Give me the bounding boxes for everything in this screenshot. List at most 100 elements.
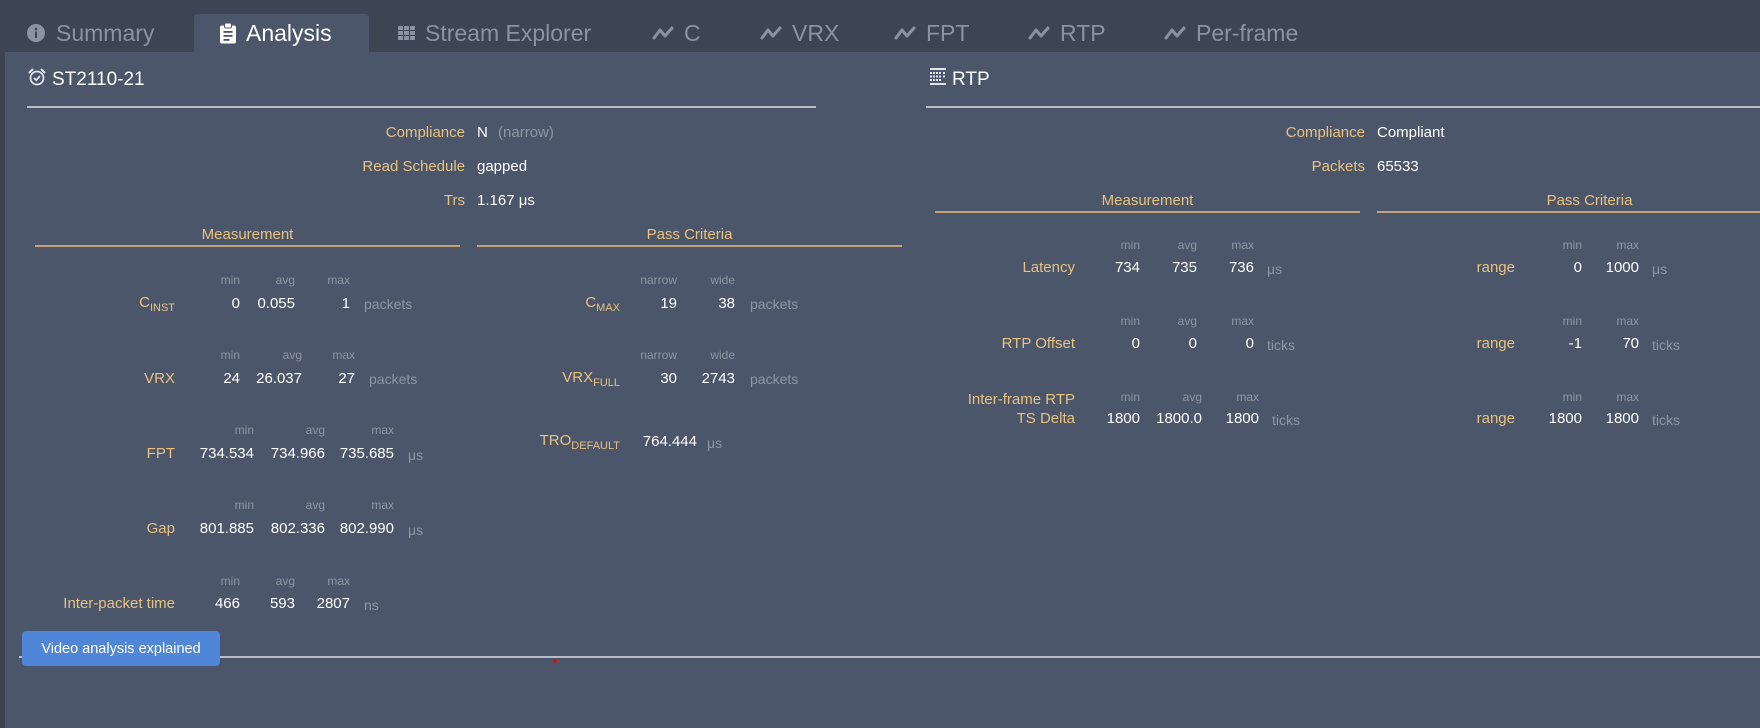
value-max: 1000 — [1605, 259, 1639, 276]
criteria-label: range — [1476, 335, 1515, 352]
compliance-note: (narrow) — [498, 124, 554, 141]
tab-stream-explorer[interactable]: Stream Explorer — [386, 14, 603, 52]
col-header-max: max — [1236, 390, 1259, 404]
read-schedule-value: gapped — [477, 158, 528, 175]
col-header-max: max — [327, 273, 350, 287]
alarm-clock-icon — [28, 68, 52, 92]
grid-icon — [398, 26, 415, 40]
value-avg: 0 — [1188, 335, 1197, 352]
col-header-min: min — [1120, 390, 1140, 404]
measurement-header: Measurement — [201, 226, 294, 243]
criteria-label: TRODEFAULT — [485, 432, 620, 452]
label-main: TRO — [539, 432, 572, 449]
value-avg: 0.055 — [257, 295, 295, 312]
value: 764.444 — [642, 433, 697, 450]
value-max: 736 — [1228, 259, 1254, 276]
pass-criteria-header: Pass Criteria — [646, 226, 733, 243]
measurement-label: Latency — [1022, 259, 1075, 276]
value-max: 0 — [1245, 335, 1254, 352]
value-unit: ticks — [1267, 337, 1295, 353]
col-header-avg: avg — [1182, 390, 1202, 404]
value-unit: ticks — [1652, 412, 1680, 428]
rtp-measurement-header: Measurement — [1101, 192, 1194, 209]
label-main: C — [585, 294, 597, 311]
measurement-label: Inter-frame RTP — [967, 391, 1075, 408]
col-header-max: max — [327, 574, 350, 588]
value-max: 1800 — [1605, 410, 1639, 427]
measurement-label: FPT — [146, 445, 175, 462]
col-header-max: max — [371, 423, 394, 437]
tab-c[interactable]: C — [640, 14, 713, 52]
col-header-max: max — [1231, 314, 1254, 328]
value-narrow: 19 — [660, 295, 677, 312]
criteria-label: range — [1476, 259, 1515, 276]
value-min: -1 — [1568, 335, 1582, 352]
tab-rtp[interactable]: RTP — [1016, 14, 1118, 52]
rtp-pass-criteria-header: Pass Criteria — [1546, 192, 1633, 209]
table-icon — [930, 68, 952, 91]
measurement-label: VRX — [144, 370, 175, 387]
col-header-min: min — [1120, 314, 1140, 328]
col-header-wide: wide — [710, 348, 735, 362]
tab-summary[interactable]: Summary — [14, 14, 166, 52]
measurement-label: Inter-packet time — [63, 595, 175, 612]
measurement-label: RTP Offset — [1001, 335, 1075, 352]
read-schedule-label: Read Schedule — [362, 158, 465, 175]
value-unit: ticks — [1652, 337, 1680, 353]
value-avg: 735 — [1171, 259, 1197, 276]
rtp-compliance-value: Compliant — [1377, 124, 1445, 141]
value-avg: 26.037 — [256, 370, 302, 387]
col-header-min: min — [1562, 238, 1582, 252]
trs-value: 1.167 μs — [477, 192, 535, 209]
value-min: 1800 — [1106, 410, 1140, 427]
value-min: 801.885 — [199, 520, 254, 537]
value-min: 0 — [1131, 335, 1140, 352]
col-header-min: min — [1562, 314, 1582, 328]
value-max: 70 — [1622, 335, 1639, 352]
value-max: 735.685 — [339, 445, 394, 462]
video-analysis-explained-button[interactable]: Video analysis explained — [22, 631, 220, 666]
col-header-min: min — [1120, 238, 1140, 252]
value-min: 0 — [231, 295, 240, 312]
col-header-wide: wide — [710, 273, 735, 287]
value-unit: ticks — [1272, 412, 1300, 428]
col-header-avg: avg — [275, 273, 295, 287]
value-unit: μs — [1267, 261, 1283, 277]
value-avg: 593 — [269, 595, 295, 612]
value-unit: μs — [408, 447, 424, 463]
col-header-narrow: narrow — [640, 348, 677, 362]
value-max: 2807 — [316, 595, 350, 612]
value-avg: 1800.0 — [1156, 410, 1202, 427]
criteria-label: range — [1476, 410, 1515, 427]
value-min: 734.534 — [199, 445, 254, 462]
col-header-min: min — [234, 498, 254, 512]
col-header-min: min — [220, 574, 240, 588]
label-sub: DEFAULT — [571, 440, 620, 452]
line-chart-icon — [1028, 25, 1050, 41]
col-header-narrow: narrow — [640, 273, 677, 287]
rtp-packets-label: Packets — [1311, 158, 1365, 175]
tab-vrx[interactable]: VRX — [748, 14, 851, 52]
col-header-min: min — [220, 273, 240, 287]
col-header-max: max — [332, 348, 355, 362]
rtp-measurement-divider — [935, 211, 1360, 213]
measurement-divider — [35, 245, 460, 247]
clipboard-icon — [220, 22, 236, 44]
tab-per-frame[interactable]: Per-frame — [1152, 14, 1310, 52]
measurement-label: CINST — [125, 294, 175, 314]
col-header-avg: avg — [282, 348, 302, 362]
col-header-avg: avg — [275, 574, 295, 588]
compliance-label: Compliance — [385, 124, 465, 141]
pass-criteria-divider — [477, 245, 902, 247]
footer-divider — [19, 656, 1760, 658]
tab-analysis[interactable]: Analysis — [194, 14, 369, 52]
value-min: 466 — [214, 595, 240, 612]
col-header-min: min — [234, 423, 254, 437]
col-header-avg: avg — [1177, 238, 1197, 252]
value-max: 27 — [338, 370, 355, 387]
value-unit: μs — [1652, 261, 1668, 277]
col-header-max: max — [1231, 238, 1254, 252]
tab-fpt[interactable]: FPT — [882, 14, 981, 52]
value-min: 0 — [1573, 259, 1582, 276]
rtp-packets-value: 65533 — [1377, 158, 1419, 175]
